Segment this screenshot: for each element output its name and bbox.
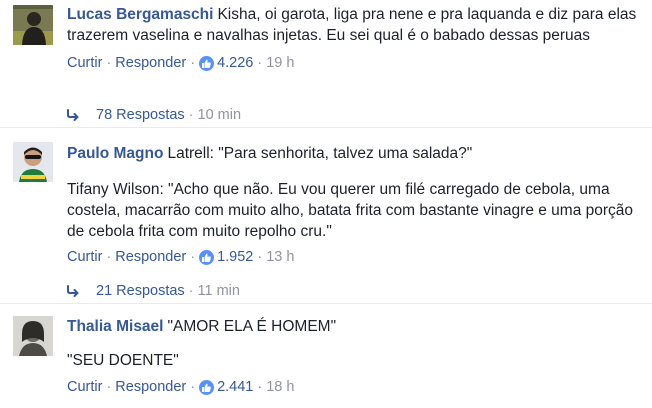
- reply-arrow-icon: [67, 285, 79, 297]
- replies-count[interactable]: 78 Respostas: [96, 106, 185, 124]
- separator-dot: ·: [190, 379, 196, 395]
- comment-time[interactable]: 18 h: [266, 378, 294, 396]
- separator-dot: ·: [190, 55, 196, 71]
- comment-paragraph: Latrell: "Para senhorita, talvez uma sal…: [167, 145, 473, 162]
- divider: [0, 127, 652, 128]
- separator-dot: ·: [106, 379, 112, 395]
- comment-actions: Curtir · Responder · 1.952 · 13 h: [67, 248, 642, 266]
- separator-dot: ·: [188, 283, 194, 299]
- comment-text: Paulo Magno Latrell: "Para senhorita, tal…: [67, 143, 642, 242]
- separator-dot: ·: [257, 379, 263, 395]
- like-link[interactable]: Curtir: [67, 248, 102, 266]
- author-name[interactable]: Lucas Bergamaschi: [67, 6, 213, 23]
- avatar[interactable]: [13, 5, 53, 45]
- like-count[interactable]: 4.226: [217, 54, 253, 72]
- comment-paragraph: Tifany Wilson: "Acho que não. Eu vou que…: [67, 181, 634, 240]
- replies-count[interactable]: 21 Respostas: [96, 282, 185, 300]
- thumbs-up-icon[interactable]: [199, 249, 215, 265]
- reply-link[interactable]: Responder: [115, 378, 186, 396]
- separator-dot: ·: [106, 55, 112, 71]
- like-count[interactable]: 2.441: [217, 378, 253, 396]
- comment-actions: Curtir · Responder · 2.441 · 18 h: [67, 378, 642, 396]
- comment-text: Thalia Misael "AMOR ELA É HOMEM" "SEU DOE…: [67, 316, 642, 371]
- divider: [0, 303, 652, 304]
- comment-time[interactable]: 19 h: [266, 54, 294, 72]
- separator-dot: ·: [190, 249, 196, 265]
- author-name[interactable]: Paulo Magno: [67, 145, 163, 162]
- like-link[interactable]: Curtir: [67, 54, 102, 72]
- view-replies-link[interactable]: 78 Respostas · 10 min: [67, 106, 241, 124]
- avatar[interactable]: [13, 142, 53, 182]
- comment-paragraph: "SEU DOENTE": [67, 352, 179, 369]
- separator-dot: ·: [257, 249, 263, 265]
- thumbs-up-icon[interactable]: [199, 379, 215, 395]
- separator-dot: ·: [257, 55, 263, 71]
- like-count[interactable]: 1.952: [217, 248, 253, 266]
- comment-time[interactable]: 13 h: [266, 248, 294, 266]
- replies-time: 10 min: [197, 107, 242, 123]
- replies-time: 11 min: [197, 283, 240, 299]
- author-name[interactable]: Thalia Misael: [67, 318, 163, 335]
- view-replies-link[interactable]: 21 Respostas · 11 min: [67, 282, 240, 300]
- comment-text: Lucas Bergamaschi Kisha, oi garota, liga …: [67, 4, 642, 46]
- separator-dot: ·: [106, 249, 112, 265]
- comment-paragraph: "AMOR ELA É HOMEM": [167, 318, 337, 335]
- reply-link[interactable]: Responder: [115, 248, 186, 266]
- separator-dot: ·: [188, 107, 194, 123]
- like-link[interactable]: Curtir: [67, 378, 102, 396]
- reply-arrow-icon: [67, 109, 79, 121]
- avatar[interactable]: [13, 316, 53, 356]
- comment-actions: Curtir · Responder · 4.226 · 19 h: [67, 54, 642, 72]
- reply-link[interactable]: Responder: [115, 54, 186, 72]
- comment-list: Lucas Bergamaschi Kisha, oi garota, liga …: [0, 0, 652, 408]
- thumbs-up-icon[interactable]: [199, 55, 215, 71]
